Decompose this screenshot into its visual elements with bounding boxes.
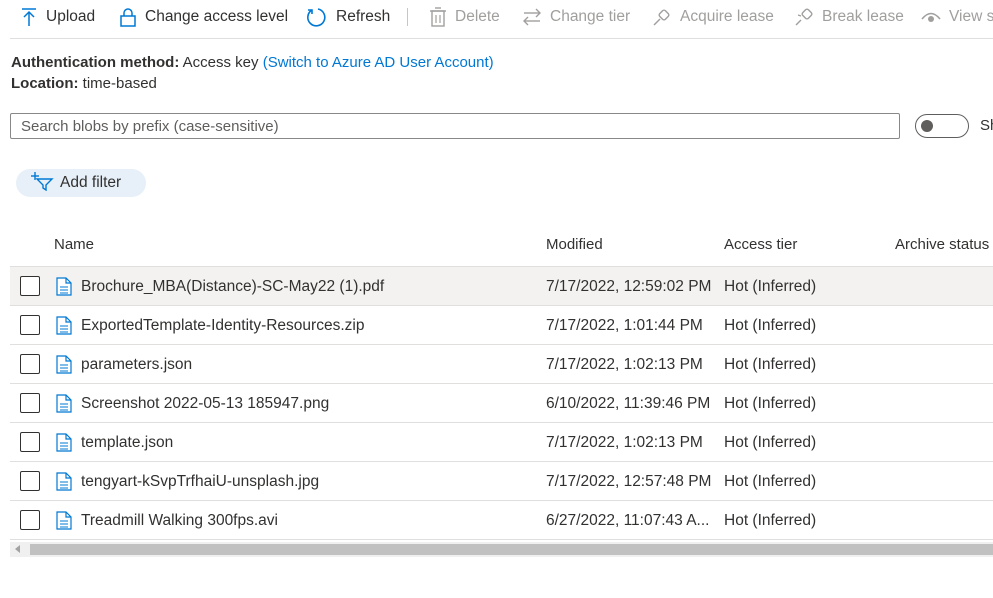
change-access-level-label: Change access level — [145, 8, 289, 25]
broken-link-icon — [794, 7, 814, 27]
refresh-icon — [306, 6, 328, 28]
row-checkbox[interactable] — [20, 354, 40, 374]
refresh-button[interactable]: Refresh — [306, 5, 390, 29]
row-checkbox[interactable] — [20, 393, 40, 413]
scrollbar-thumb[interactable] — [30, 544, 993, 555]
file-icon — [56, 355, 72, 378]
file-access-tier: Hot (Inferred) — [724, 317, 817, 334]
link-icon — [652, 7, 672, 27]
file-name[interactable]: ExportedTemplate-Identity-Resources.zip — [81, 317, 364, 335]
file-name[interactable]: template.json — [81, 434, 173, 452]
row-checkbox[interactable] — [20, 315, 40, 335]
change-tier-button[interactable]: Change tier — [522, 5, 630, 29]
auth-method-value: Access key — [182, 54, 259, 71]
file-modified: 6/10/2022, 11:39:46 PM — [546, 395, 711, 412]
column-header-modified[interactable]: Modified — [546, 236, 603, 253]
delete-button[interactable]: Delete — [429, 5, 500, 29]
file-access-tier: Hot (Inferred) — [724, 512, 817, 529]
table-row[interactable]: template.json 7/17/2022, 1:02:13 PM Hot … — [10, 423, 993, 462]
table-row[interactable]: Screenshot 2022-05-13 185947.png 6/10/20… — [10, 384, 993, 423]
show-deleted-toggle[interactable] — [915, 114, 969, 138]
row-checkbox[interactable] — [20, 432, 40, 452]
change-tier-label: Change tier — [550, 8, 631, 25]
column-header-archive-status[interactable]: Archive status — [895, 236, 989, 253]
eye-icon — [921, 9, 941, 25]
delete-label: Delete — [455, 8, 500, 25]
acquire-lease-label: Acquire lease — [680, 8, 774, 25]
file-modified: 6/27/2022, 11:07:43 A... — [546, 512, 710, 529]
file-icon — [56, 277, 72, 300]
toolbar-divider — [10, 38, 993, 39]
file-name[interactable]: tengyart-kSvpTrfhaiU-unsplash.jpg — [81, 473, 319, 491]
acquire-lease-button[interactable]: Acquire lease — [652, 5, 774, 29]
file-name[interactable]: Brochure_MBA(Distance)-SC-May22 (1).pdf — [81, 278, 384, 296]
file-icon — [56, 433, 72, 456]
toggle-knob — [921, 120, 933, 132]
horizontal-scrollbar[interactable] — [10, 542, 993, 557]
view-snapshots-button[interactable]: View s — [921, 5, 993, 29]
table-row[interactable]: Treadmill Walking 300fps.avi 6/27/2022, … — [10, 501, 993, 540]
break-lease-label: Break lease — [822, 8, 904, 25]
change-access-level-button[interactable]: Change access level — [119, 5, 288, 29]
toolbar-separator — [407, 8, 408, 26]
refresh-label: Refresh — [336, 8, 391, 25]
table-row[interactable]: tengyart-kSvpTrfhaiU-unsplash.jpg 7/17/2… — [10, 462, 993, 501]
file-modified: 7/17/2022, 1:02:13 PM — [546, 356, 703, 373]
view-snapshots-label: View s — [949, 8, 993, 25]
file-modified: 7/17/2022, 1:01:44 PM — [546, 317, 703, 334]
upload-icon — [20, 7, 38, 27]
file-access-tier: Hot (Inferred) — [724, 473, 817, 490]
trash-icon — [429, 7, 447, 27]
switch-auth-link[interactable]: (Switch to Azure AD User Account) — [263, 54, 494, 71]
file-icon — [56, 316, 72, 339]
file-access-tier: Hot (Inferred) — [724, 278, 817, 295]
table-row[interactable]: parameters.json 7/17/2022, 1:02:13 PM Ho… — [10, 345, 993, 384]
break-lease-button[interactable]: Break lease — [794, 5, 904, 29]
file-access-tier: Hot (Inferred) — [724, 434, 817, 451]
row-checkbox[interactable] — [20, 276, 40, 296]
file-name[interactable]: parameters.json — [81, 356, 192, 374]
file-access-tier: Hot (Inferred) — [724, 356, 817, 373]
file-access-tier: Hot (Inferred) — [724, 395, 817, 412]
lock-icon — [119, 7, 137, 27]
upload-button[interactable]: Upload — [20, 5, 95, 29]
search-input[interactable]: Search blobs by prefix (case-sensitive) — [10, 113, 900, 139]
filter-add-icon — [30, 171, 54, 196]
file-icon — [56, 394, 72, 417]
file-modified: 7/17/2022, 12:57:48 PM — [546, 473, 712, 490]
file-name[interactable]: Treadmill Walking 300fps.avi — [81, 512, 278, 530]
column-header-name[interactable]: Name — [54, 236, 94, 253]
auth-method-line: Authentication method: Access key (Switc… — [11, 54, 494, 71]
toggle-label: Sh — [980, 117, 993, 134]
scroll-left-icon[interactable] — [15, 545, 20, 553]
add-filter-button[interactable]: Add filter — [16, 169, 146, 197]
search-placeholder: Search blobs by prefix (case-sensitive) — [21, 117, 279, 135]
table-row[interactable]: ExportedTemplate-Identity-Resources.zip … — [10, 306, 993, 345]
row-checkbox[interactable] — [20, 510, 40, 530]
location-value: time-based — [82, 75, 157, 92]
upload-label: Upload — [46, 8, 96, 25]
column-header-access-tier[interactable]: Access tier — [724, 236, 797, 253]
command-bar: Upload Change access level Refresh Delet… — [0, 0, 993, 34]
table-row[interactable]: Brochure_MBA(Distance)-SC-May22 (1).pdf … — [10, 267, 993, 306]
location-line: Location: time-based — [11, 75, 157, 92]
swap-arrows-icon — [522, 7, 542, 27]
file-modified: 7/17/2022, 1:02:13 PM — [546, 434, 703, 451]
file-name[interactable]: Screenshot 2022-05-13 185947.png — [81, 395, 329, 413]
location-label: Location: — [11, 75, 79, 92]
file-icon — [56, 511, 72, 534]
file-icon — [56, 472, 72, 495]
add-filter-label: Add filter — [60, 174, 122, 191]
auth-method-label: Authentication method: — [11, 54, 180, 71]
file-modified: 7/17/2022, 12:59:02 PM — [546, 278, 712, 295]
row-checkbox[interactable] — [20, 471, 40, 491]
